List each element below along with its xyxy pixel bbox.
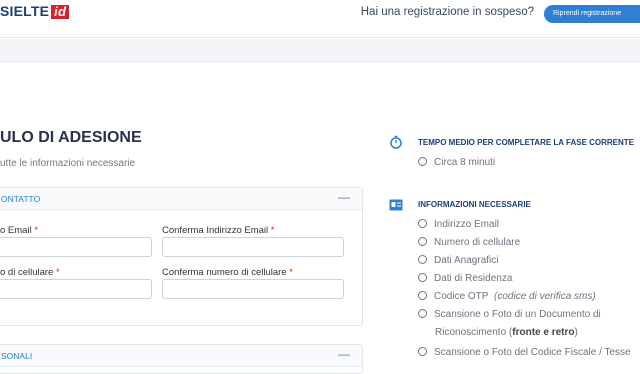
collapse-icon[interactable]: — [338,347,350,361]
circle-bullet-icon [418,219,427,228]
page-title: ULO DI ADESIONE [0,129,142,146]
logo-id-badge: id [51,5,70,19]
sielte-id-logo[interactable]: SIELTE id [0,3,70,19]
circle-bullet-icon [418,309,427,318]
contact-section-title: ONTATTO [1,194,41,204]
phone-field[interactable] [0,279,152,299]
circle-bullet-icon [418,291,427,300]
list-item: Dati di Residenza [418,272,512,284]
required-info-title: INFORMAZIONI NECESSARIE [418,200,531,209]
confirm-phone-label: Conferma numero di cellulare * [162,267,293,278]
stopwatch-icon [390,135,402,149]
list-item-continuation: Riconoscimento (fronte e retro) [435,327,578,338]
phone-label: o di cellulare * [0,267,60,278]
average-time-title: TEMPO MEDIO PER COMPLETARE LA FASE CORRE… [418,138,635,147]
email-field[interactable] [0,237,152,257]
contact-section-header[interactable]: ONTATTO — [0,188,362,210]
pending-registration-text: Hai una registrazione in sospeso? [360,6,534,18]
circle-bullet-icon [418,255,427,264]
personal-section-card: SONALI — [0,344,363,374]
list-item: Dati Anagrafici [418,254,498,266]
time-value-item: Circa 8 minuti [418,156,495,168]
confirm-phone-field[interactable] [162,279,344,299]
resume-registration-button[interactable]: Riprendi registrazione [544,5,640,23]
list-item: Scansione o Foto del Codice Fiscale / Te… [418,346,631,358]
personal-section-header[interactable]: SONALI — [0,345,362,367]
page-subtitle: utte le informazioni necessarie [0,158,136,169]
top-bar: SIELTE id Hai una registrazione in sospes… [0,0,640,38]
confirm-email-field[interactable] [162,237,344,257]
circle-bullet-icon [418,237,427,246]
id-card-icon [389,199,403,211]
circle-bullet-icon [418,157,427,166]
header-band [0,39,640,62]
logo-text: SIELTE [0,3,50,19]
collapse-icon[interactable]: — [338,190,350,204]
circle-bullet-icon [418,273,427,282]
confirm-email-label: Conferma Indirizzo Email * [162,225,275,236]
list-item: Codice OTP (codice di verifica sms) [418,290,596,302]
list-item: Numero di cellulare [418,236,520,248]
list-item: Indirizzo Email [418,218,499,230]
circle-bullet-icon [418,347,427,356]
email-label: o Email * [0,225,39,236]
list-item: Scansione o Foto di un Documento di [418,308,601,320]
